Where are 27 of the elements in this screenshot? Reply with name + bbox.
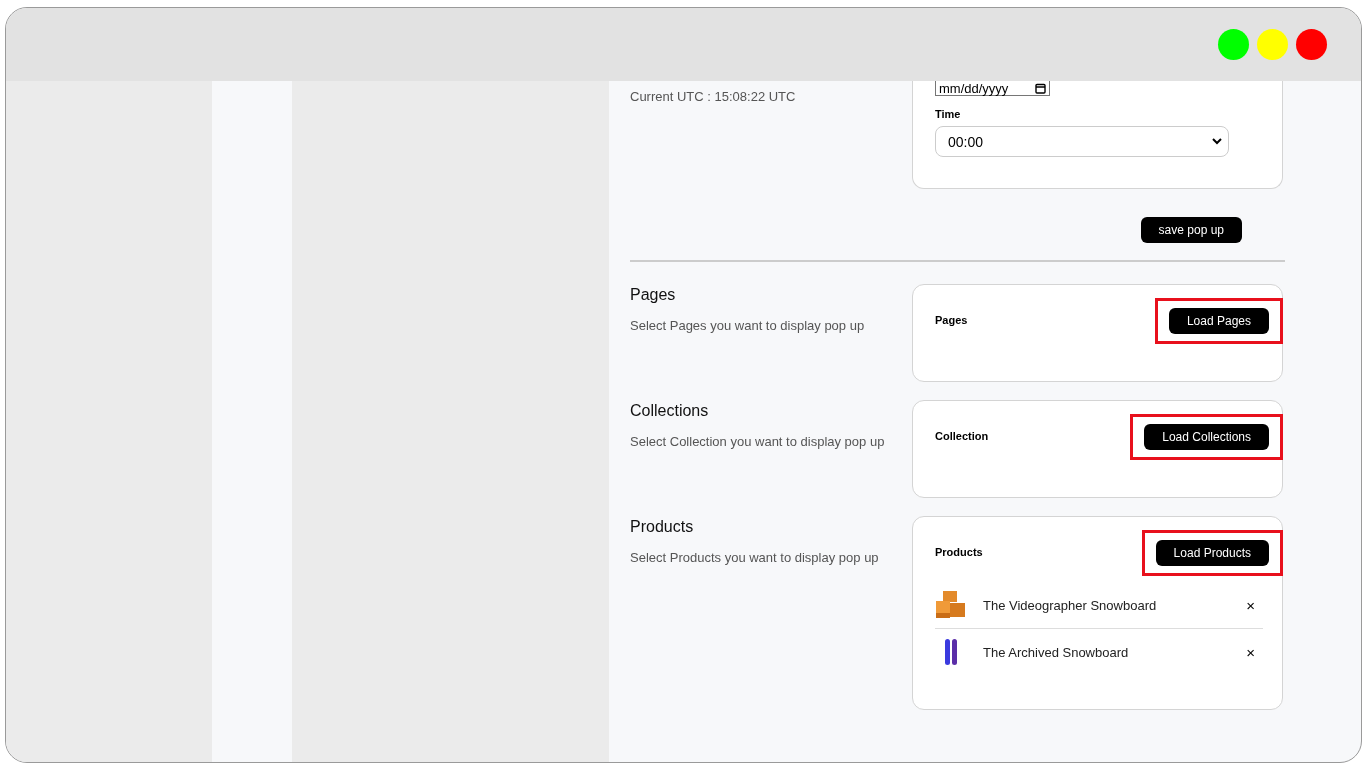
- window-control-dot[interactable]: [1218, 29, 1249, 60]
- window-control-dot[interactable]: [1296, 29, 1327, 60]
- section-description: Select Products you want to display pop up: [630, 550, 880, 565]
- section-heading: Collections: [630, 402, 710, 420]
- section-heading: Products: [630, 518, 695, 536]
- product-name: The Archived Snowboard: [983, 644, 1130, 660]
- time-select[interactable]: 00:00: [935, 126, 1229, 157]
- card-label: Pages: [935, 314, 968, 326]
- load-button[interactable]: Load Pages: [1168, 308, 1269, 334]
- section-description: Select Pages you want to display pop up: [630, 318, 866, 333]
- window-control-dot[interactable]: [1257, 29, 1288, 60]
- time-label: Time: [935, 108, 962, 120]
- section-heading: Pages: [630, 286, 677, 304]
- load-button[interactable]: Load Products: [1155, 540, 1269, 566]
- remove-button[interactable]: ×: [1238, 643, 1263, 661]
- calendar-icon: [1035, 82, 1046, 94]
- card-label: Products: [935, 546, 983, 558]
- current-utc-text: Current UTC : 15:08:22 UTC: [630, 89, 797, 104]
- save-button[interactable]: save pop up: [1140, 217, 1242, 243]
- remove-button[interactable]: ×: [1238, 596, 1263, 614]
- chevron-down-icon: [1212, 138, 1222, 145]
- boxes-icon: [935, 590, 967, 620]
- section-description: Select Collection you want to display pop up: [630, 434, 886, 449]
- load-button[interactable]: Load Collections: [1144, 424, 1269, 450]
- product-name: The Videographer Snowboard: [983, 597, 1158, 613]
- date-field[interactable]: mm/dd/yyyy: [935, 81, 1050, 96]
- card-label: Collection: [935, 430, 989, 442]
